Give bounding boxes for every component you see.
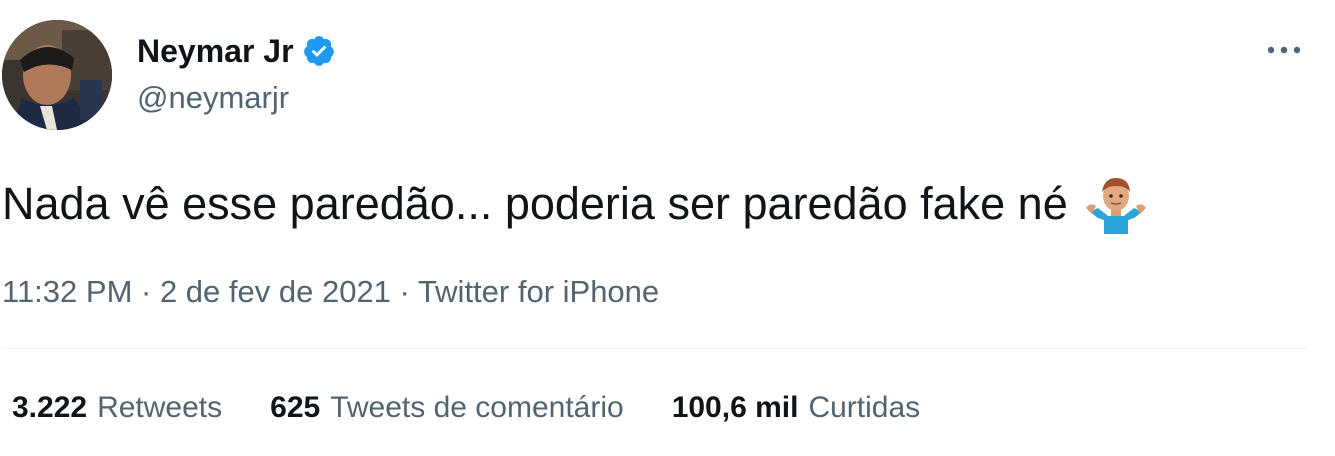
likes-count: 100,6 mil [671,391,799,424]
retweets-label: Retweets [97,391,223,424]
verified-badge-icon [302,34,336,68]
author-name[interactable]: Neymar Jr [137,31,336,71]
retweets-stat[interactable]: 3.222 Retweets [12,388,222,428]
meta-separator: · [132,274,160,309]
tweet-source-link[interactable]: Twitter for iPhone [418,274,659,309]
tweet-time[interactable]: 11:32 PM [2,274,132,309]
retweets-count: 3.222 [12,391,88,424]
man-shrugging-emoji-icon [1084,172,1148,236]
tweet-card: Neymar Jr @neymarjr Nada vê esse paredão… [0,0,1335,456]
meta-separator: · [390,274,418,309]
author-handle[interactable]: @neymarjr [137,78,289,118]
author-name-text: Neymar Jr [137,33,294,69]
tweet-meta: 11:32 PM · 2 de fev de 2021 · Twitter fo… [2,272,659,312]
tweet-text-content: Nada vê esse paredão... poderia ser pare… [2,178,1068,229]
avatar-image [2,20,112,130]
more-options-button[interactable] [1262,34,1306,66]
avatar[interactable] [2,20,112,130]
quote-tweets-count: 625 [270,391,321,424]
divider [2,348,1308,349]
likes-label: Curtidas [808,391,921,424]
tweet-text: Nada vê esse paredão... poderia ser pare… [2,172,1148,236]
tweet-stats: 3.222 Retweets 625 Tweets de comentário … [12,388,968,428]
likes-stat[interactable]: 100,6 mil Curtidas [672,388,920,428]
quote-tweets-stat[interactable]: 625 Tweets de comentário [270,388,624,428]
quote-tweets-label: Tweets de comentário [330,391,624,424]
tweet-date[interactable]: 2 de fev de 2021 [160,274,391,309]
ellipsis-icon [1267,46,1301,54]
